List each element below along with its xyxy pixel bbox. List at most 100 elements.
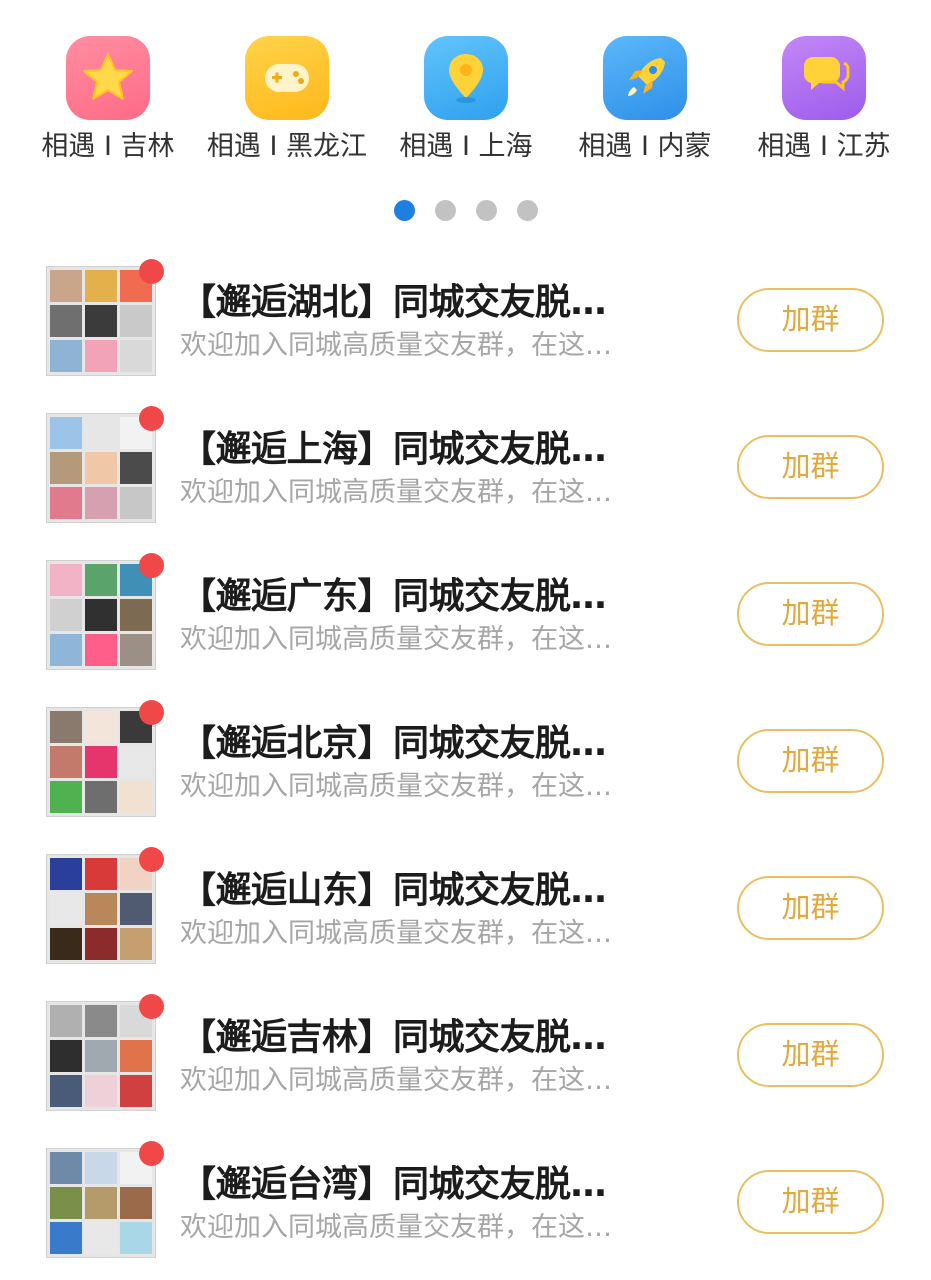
avatar-tile bbox=[85, 270, 117, 302]
join-group-button[interactable]: 加群 bbox=[737, 582, 884, 646]
avatar-tile bbox=[85, 893, 117, 925]
avatar-tile bbox=[120, 893, 152, 925]
list-item[interactable]: 【邂逅台湾】同城交友脱… 欢迎加入同城高质量交友群，在这… 加群 bbox=[0, 1132, 931, 1279]
avatar-tile bbox=[50, 746, 82, 778]
avatar-tile bbox=[120, 487, 152, 519]
avatar-tile bbox=[50, 487, 82, 519]
avatar-tile bbox=[50, 634, 82, 666]
avatar-tile bbox=[120, 928, 152, 960]
unread-dot bbox=[139, 553, 164, 578]
unread-dot bbox=[139, 406, 164, 431]
group-description: 欢迎加入同城高质量交友群，在这… bbox=[180, 1212, 612, 1243]
group-description: 欢迎加入同城高质量交友群，在这… bbox=[180, 330, 612, 361]
group-description: 欢迎加入同城高质量交友群，在这… bbox=[180, 624, 612, 655]
list-item[interactable]: 【邂逅广东】同城交友脱… 欢迎加入同城高质量交友群，在这… 加群 bbox=[0, 544, 931, 691]
gamepad-icon bbox=[245, 36, 329, 120]
avatar-tile bbox=[50, 781, 82, 813]
group-avatar bbox=[46, 1148, 156, 1258]
avatar-tile bbox=[85, 564, 117, 596]
join-group-button[interactable]: 加群 bbox=[737, 288, 884, 352]
avatar-tile bbox=[120, 1222, 152, 1254]
group-description: 欢迎加入同城高质量交友群，在这… bbox=[180, 1065, 612, 1096]
avatar-tile bbox=[50, 1152, 82, 1184]
avatar-tile bbox=[50, 1222, 82, 1254]
avatar-tile bbox=[50, 340, 82, 372]
group-avatar bbox=[46, 1001, 156, 1111]
avatar-tile bbox=[120, 634, 152, 666]
list-item[interactable]: 【邂逅上海】同城交友脱… 欢迎加入同城高质量交友群，在这… 加群 bbox=[0, 397, 931, 544]
avatar-tile bbox=[50, 564, 82, 596]
list-item[interactable]: 【邂逅山东】同城交友脱… 欢迎加入同城高质量交友群，在这… 加群 bbox=[0, 838, 931, 985]
avatar-tile bbox=[85, 746, 117, 778]
avatar-tile bbox=[85, 858, 117, 890]
avatar-tile bbox=[85, 711, 117, 743]
location-pin-icon bbox=[424, 36, 508, 120]
page-dot-2[interactable] bbox=[434, 200, 456, 221]
avatar-tile bbox=[50, 1187, 82, 1219]
group-avatar bbox=[46, 266, 156, 376]
avatar-tile bbox=[120, 599, 152, 631]
chat-bubble-icon bbox=[782, 36, 866, 120]
group-title: 【邂逅吉林】同城交友脱… bbox=[180, 1017, 607, 1058]
group-title: 【邂逅广东】同城交友脱… bbox=[180, 576, 607, 617]
avatar-tile bbox=[120, 340, 152, 372]
avatar-tile bbox=[50, 1040, 82, 1072]
avatar-tile bbox=[85, 1152, 117, 1184]
avatar-tile bbox=[120, 1187, 152, 1219]
unread-dot bbox=[139, 259, 164, 284]
category-label: 相遇 I 黑龙江 bbox=[206, 131, 368, 162]
page-indicator bbox=[0, 200, 931, 222]
avatar-tile bbox=[50, 928, 82, 960]
group-title: 【邂逅山东】同城交友脱… bbox=[180, 870, 607, 911]
group-list: 【邂逅湖北】同城交友脱… 欢迎加入同城高质量交友群，在这… 加群 【邂逅上海】同… bbox=[0, 250, 931, 1279]
category-label: 相遇 I 江苏 bbox=[757, 131, 891, 162]
join-group-button[interactable]: 加群 bbox=[737, 729, 884, 793]
category-heilongjiang[interactable]: 相遇 I 黑龙江 bbox=[197, 36, 377, 176]
avatar-tile bbox=[120, 781, 152, 813]
unread-dot bbox=[139, 847, 164, 872]
avatar-tile bbox=[50, 599, 82, 631]
category-shanghai[interactable]: 相遇 I 上海 bbox=[376, 36, 556, 176]
group-avatar bbox=[46, 707, 156, 817]
avatar-tile bbox=[120, 1040, 152, 1072]
list-item[interactable]: 【邂逅湖北】同城交友脱… 欢迎加入同城高质量交友群，在这… 加群 bbox=[0, 250, 931, 397]
avatar-tile bbox=[50, 452, 82, 484]
page-dot-4[interactable] bbox=[516, 200, 538, 221]
avatar-tile bbox=[85, 1187, 117, 1219]
group-title: 【邂逅湖北】同城交友脱… bbox=[180, 282, 607, 323]
page-dot-1[interactable] bbox=[393, 200, 415, 221]
unread-dot bbox=[139, 1141, 164, 1166]
avatar-tile bbox=[85, 1222, 117, 1254]
group-description: 欢迎加入同城高质量交友群，在这… bbox=[180, 477, 612, 508]
avatar-tile bbox=[85, 305, 117, 337]
avatar-tile bbox=[120, 746, 152, 778]
avatar-tile bbox=[120, 305, 152, 337]
avatar-tile bbox=[50, 858, 82, 890]
list-item[interactable]: 【邂逅北京】同城交友脱… 欢迎加入同城高质量交友群，在这… 加群 bbox=[0, 691, 931, 838]
avatar-tile bbox=[50, 711, 82, 743]
category-label: 相遇 I 上海 bbox=[399, 131, 533, 162]
group-title: 【邂逅台湾】同城交友脱… bbox=[180, 1164, 607, 1205]
category-label: 相遇 I 吉林 bbox=[41, 131, 175, 162]
avatar-tile bbox=[120, 452, 152, 484]
category-row: 相遇 I 吉林 相遇 I 黑龙江 相遇 I 上海 相遇 I 内蒙 相遇 I 江苏 bbox=[0, 36, 931, 176]
avatar-tile bbox=[120, 1075, 152, 1107]
join-group-button[interactable]: 加群 bbox=[737, 435, 884, 499]
group-avatar bbox=[46, 560, 156, 670]
list-item[interactable]: 【邂逅吉林】同城交友脱… 欢迎加入同城高质量交友群，在这… 加群 bbox=[0, 985, 931, 1132]
group-description: 欢迎加入同城高质量交友群，在这… bbox=[180, 918, 612, 949]
join-group-button[interactable]: 加群 bbox=[737, 1170, 884, 1234]
category-neimeng[interactable]: 相遇 I 内蒙 bbox=[555, 36, 735, 176]
avatar-tile bbox=[50, 1005, 82, 1037]
page-dot-3[interactable] bbox=[475, 200, 497, 221]
category-jilin[interactable]: 相遇 I 吉林 bbox=[18, 36, 198, 176]
join-group-button[interactable]: 加群 bbox=[737, 1023, 884, 1087]
group-description: 欢迎加入同城高质量交友群，在这… bbox=[180, 771, 612, 802]
join-group-button[interactable]: 加群 bbox=[737, 876, 884, 940]
avatar-tile bbox=[85, 340, 117, 372]
avatar-tile bbox=[50, 1075, 82, 1107]
unread-dot bbox=[139, 994, 164, 1019]
avatar-tile bbox=[85, 1040, 117, 1072]
category-jiangsu[interactable]: 相遇 I 江苏 bbox=[734, 36, 914, 176]
avatar-tile bbox=[85, 928, 117, 960]
